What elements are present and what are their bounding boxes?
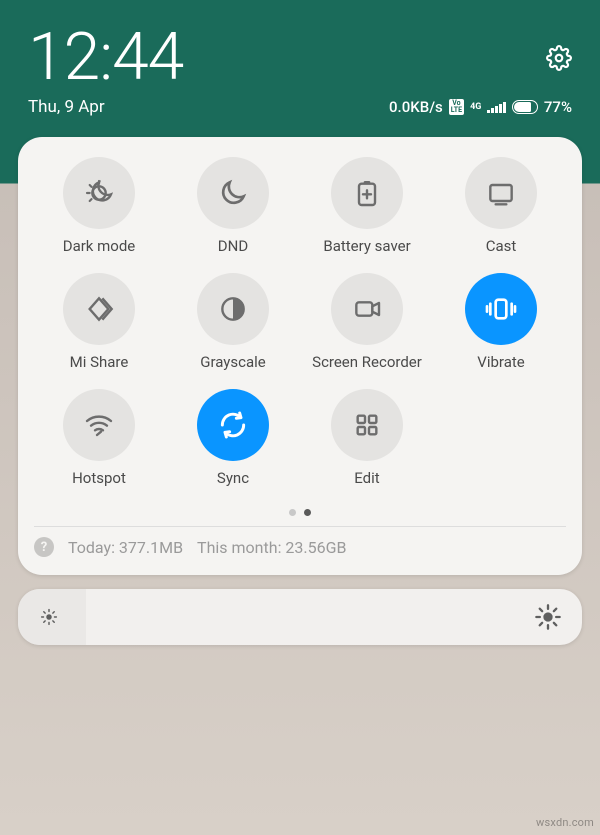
tile-label: Edit [354, 469, 379, 487]
video-camera-icon [331, 273, 403, 345]
moon-icon [197, 157, 269, 229]
pagination-dots[interactable] [32, 509, 568, 516]
battery-percent: 77% [544, 98, 572, 116]
tile-screen-recorder[interactable]: Screen Recorder [300, 273, 434, 371]
tile-label: Grayscale [200, 353, 266, 371]
settings-button[interactable] [546, 45, 572, 71]
gear-icon [546, 45, 572, 71]
vibrate-icon [465, 273, 537, 345]
tile-label: Sync [217, 469, 249, 487]
tile-label: Cast [486, 237, 517, 255]
clock-time: 12:44 [28, 25, 183, 91]
page-dot-2[interactable] [304, 509, 311, 516]
signal-bars-icon [487, 101, 506, 113]
status-date: Thu, 9 Apr [28, 97, 105, 117]
brightness-slider[interactable] [18, 589, 582, 645]
tile-label: DND [218, 237, 248, 255]
tile-label: Hotspot [72, 469, 126, 487]
tile-label: Screen Recorder [312, 353, 422, 371]
data-usage-month: This month: 23.56GB [197, 538, 346, 557]
tile-mi-share[interactable]: Mi Share [32, 273, 166, 371]
dark-mode-icon [63, 157, 135, 229]
brightness-low-icon [38, 606, 60, 628]
half-circle-icon [197, 273, 269, 345]
wifi-hotspot-icon [63, 389, 135, 461]
volte-icon: VoLTE [449, 99, 464, 115]
net-speed: 0.0KB/s [389, 98, 443, 116]
cast-icon [465, 157, 537, 229]
battery-plus-icon [331, 157, 403, 229]
quick-settings-panel: Dark mode DND Battery saver Cast Mi Share Gra… [18, 137, 582, 575]
tile-grid: Dark mode DND Battery saver Cast Mi Share Gra… [32, 157, 568, 487]
tile-label: Vibrate [477, 353, 524, 371]
watermark: wsxdn.com [536, 816, 594, 829]
data-usage-today: Today: 377.1MB [68, 538, 183, 557]
tile-dnd[interactable]: DND [166, 157, 300, 255]
page-dot-1[interactable] [289, 509, 296, 516]
tile-grayscale[interactable]: Grayscale [166, 273, 300, 371]
tile-label: Mi Share [70, 353, 129, 371]
status-indicators: 0.0KB/s VoLTE 4G 77% [389, 98, 572, 116]
tile-edit[interactable]: Edit [300, 389, 434, 487]
tile-hotspot[interactable]: Hotspot [32, 389, 166, 487]
tile-label: Battery saver [323, 237, 410, 255]
panel-divider [34, 526, 566, 527]
tile-label: Dark mode [63, 237, 136, 255]
status-header: 12:44 Thu, 9 Apr 0.0KB/s VoLTE 4G 77% [0, 0, 600, 125]
network-type-icon: 4G [470, 103, 481, 112]
data-usage-row[interactable]: ? Today: 377.1MB This month: 23.56GB [32, 535, 568, 565]
brightness-high-icon [534, 603, 562, 631]
tile-battery-saver[interactable]: Battery saver [300, 157, 434, 255]
tile-cast[interactable]: Cast [434, 157, 568, 255]
tile-vibrate[interactable]: Vibrate [434, 273, 568, 371]
tile-dark-mode[interactable]: Dark mode [32, 157, 166, 255]
share-diamond-icon [63, 273, 135, 345]
info-icon: ? [34, 537, 54, 557]
tile-sync[interactable]: Sync [166, 389, 300, 487]
sync-icon [197, 389, 269, 461]
grid-icon [331, 389, 403, 461]
battery-icon [512, 100, 538, 114]
